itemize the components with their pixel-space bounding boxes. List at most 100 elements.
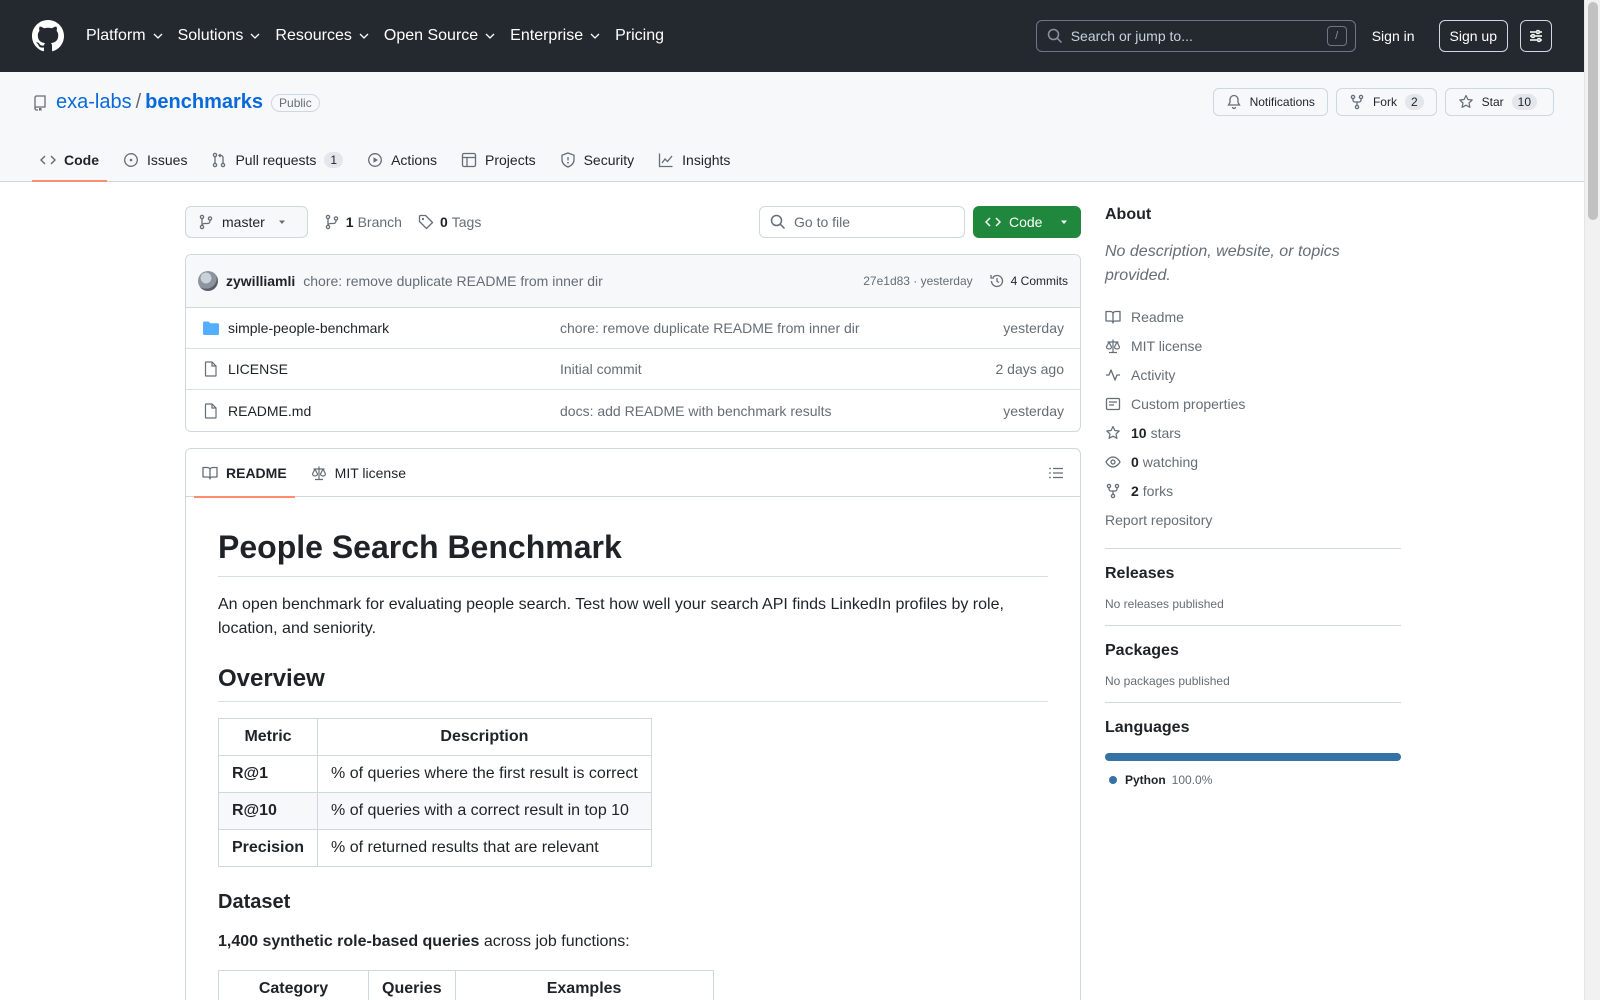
branches-count: 1 [345,214,354,230]
nav-open-source[interactable]: Open Source [384,27,496,45]
main-content: master 1 Branch 0 Tags Go to file Code z… [185,206,1081,1000]
code-button-label: Code [1009,214,1043,230]
list-icon[interactable] [1048,465,1064,481]
star-button[interactable]: Star 10 [1444,88,1554,116]
nav-enterprise[interactable]: Enterprise [510,27,601,45]
tab-projects[interactable]: Projects [453,138,544,182]
avatar[interactable] [198,271,218,291]
branch-icon [325,214,339,230]
fork-button[interactable]: Fork 2 [1335,88,1437,116]
search-placeholder: Search or jump to... [1070,28,1193,44]
file-commit-message[interactable]: docs: add README with benchmark results [560,403,1003,419]
file-commit-message[interactable]: Initial commit [560,361,996,377]
table-row: R@10 % of queries with a correct result … [217,792,652,830]
nav-pricing[interactable]: Pricing [615,27,664,45]
code-icon [40,155,56,165]
commit-hash-time[interactable]: 27e1d83 · yesterday [863,274,972,288]
readme-intro: An open benchmark for evaluating people … [218,596,1004,637]
commit-message-link[interactable]: chore: remove duplicate README from inne… [303,273,603,289]
tags-link[interactable]: 0 Tags [418,214,481,230]
sidebar-divider [1105,625,1401,626]
file-row[interactable]: LICENSE Initial commit 2 days ago [186,349,1080,390]
global-search-input[interactable]: Search or jump to... / [1035,20,1356,52]
file-name-link[interactable]: README.md [228,403,560,419]
readme-link[interactable]: Readme [1105,302,1401,331]
tab-actions[interactable]: Actions [359,138,445,182]
forks-link[interactable]: 2 forks [1105,476,1401,505]
scrollbar-thumb[interactable] [1588,2,1598,220]
license-link[interactable]: MIT license [1105,331,1401,360]
tab-issues[interactable]: Issues [115,138,195,182]
chevron-down-icon [590,33,600,39]
custom-properties-link-label: Custom properties [1131,395,1246,412]
packages-empty-text: No packages published [1105,674,1230,688]
releases-heading[interactable]: Releases [1105,565,1401,583]
eye-icon [1105,455,1121,468]
notifications-label: Notifications [1249,95,1315,109]
commits-count-label: 4 Commits [1010,274,1068,288]
metrics-header-description: Description [317,718,652,756]
languages-heading: Languages [1105,719,1190,736]
star-icon [1458,94,1473,108]
nav-enterprise-label: Enterprise [510,27,584,44]
repo-owner-link[interactable]: exa-labs [56,91,132,114]
file-name-link[interactable]: LICENSE [228,361,560,377]
readme-panel: README MIT license People Search Benchma… [185,448,1081,1000]
report-repository-link[interactable]: Report repository [1105,505,1401,534]
watching-label: watching [1142,453,1199,470]
language-item[interactable]: Python 100.0% [1105,773,1401,787]
tab-insights[interactable]: Insights [650,138,738,182]
github-logo-icon[interactable] [32,20,64,52]
issue-icon [124,153,138,167]
repo-nav-tabs: Code Issues Pull requests 1 Actions Proj… [32,138,746,182]
metric-description: % of queries with a correct result in to… [317,792,652,830]
nav-platform[interactable]: Platform [86,27,164,45]
chevron-down-icon [153,33,163,39]
tags-count: 0 [439,214,448,230]
nav-resources[interactable]: Resources [275,27,369,45]
menu-button[interactable] [1520,20,1552,52]
file-commit-date: 2 days ago [995,361,1065,377]
forks-label: forks [1142,482,1174,499]
latest-commit-bar: zywilliamli chore: remove duplicate READ… [186,255,1080,308]
metrics-table: Metric Description R@1 % of queries wher… [217,718,652,867]
file-commit-message[interactable]: chore: remove duplicate README from inne… [560,320,1003,336]
branches-link[interactable]: 1 Branch [324,214,402,230]
stars-link[interactable]: 10 stars [1105,418,1401,447]
branch-selector[interactable]: master [185,206,308,238]
language-percent: 100.0% [1171,773,1213,787]
caret-down-icon [1061,220,1067,224]
page-scrollbar[interactable] [1584,0,1600,1000]
file-row[interactable]: README.md docs: add README with benchmar… [186,390,1080,431]
commits-history-link[interactable]: 4 Commits [989,273,1068,289]
file-name-link[interactable]: simple-people-benchmark [228,320,560,336]
repo-sidebar: About No description, website, or topics… [1105,206,1401,787]
repo-name-link[interactable]: benchmarks [145,91,263,114]
tab-security-label: Security [583,152,635,168]
activity-link[interactable]: Activity [1105,360,1401,389]
custom-properties-link[interactable]: Custom properties [1105,389,1401,418]
tab-readme[interactable]: README [194,449,295,498]
releases-empty-text: No releases published [1105,597,1224,611]
nav-solutions[interactable]: Solutions [178,27,262,45]
nav-open-source-label: Open Source [383,27,479,44]
tab-security[interactable]: Security [552,138,643,182]
tab-license-label: MIT license [334,464,406,481]
sign-up-button[interactable]: Sign up [1438,20,1508,52]
table-row: R@1 % of queries where the first result … [217,755,652,793]
tab-pull-requests[interactable]: Pull requests 1 [203,138,351,182]
go-to-file-input[interactable]: Go to file [759,206,965,238]
code-dropdown-button[interactable]: Code [973,206,1081,238]
file-row[interactable]: simple-people-benchmark chore: remove du… [186,308,1080,349]
sign-in-link[interactable]: Sign in [1372,28,1415,44]
language-bar [1105,753,1401,761]
packages-heading[interactable]: Packages [1105,642,1401,660]
notifications-button[interactable]: Notifications [1212,88,1328,116]
forks-count: 2 [1131,482,1139,499]
commit-author-link[interactable]: zywilliamli [226,273,295,289]
watchers-link[interactable]: 0 watching [1105,447,1401,476]
tab-license[interactable]: MIT license [303,449,414,497]
note-icon [1105,397,1121,410]
overview-heading: Overview [218,665,1048,702]
tab-code[interactable]: Code [32,138,107,182]
